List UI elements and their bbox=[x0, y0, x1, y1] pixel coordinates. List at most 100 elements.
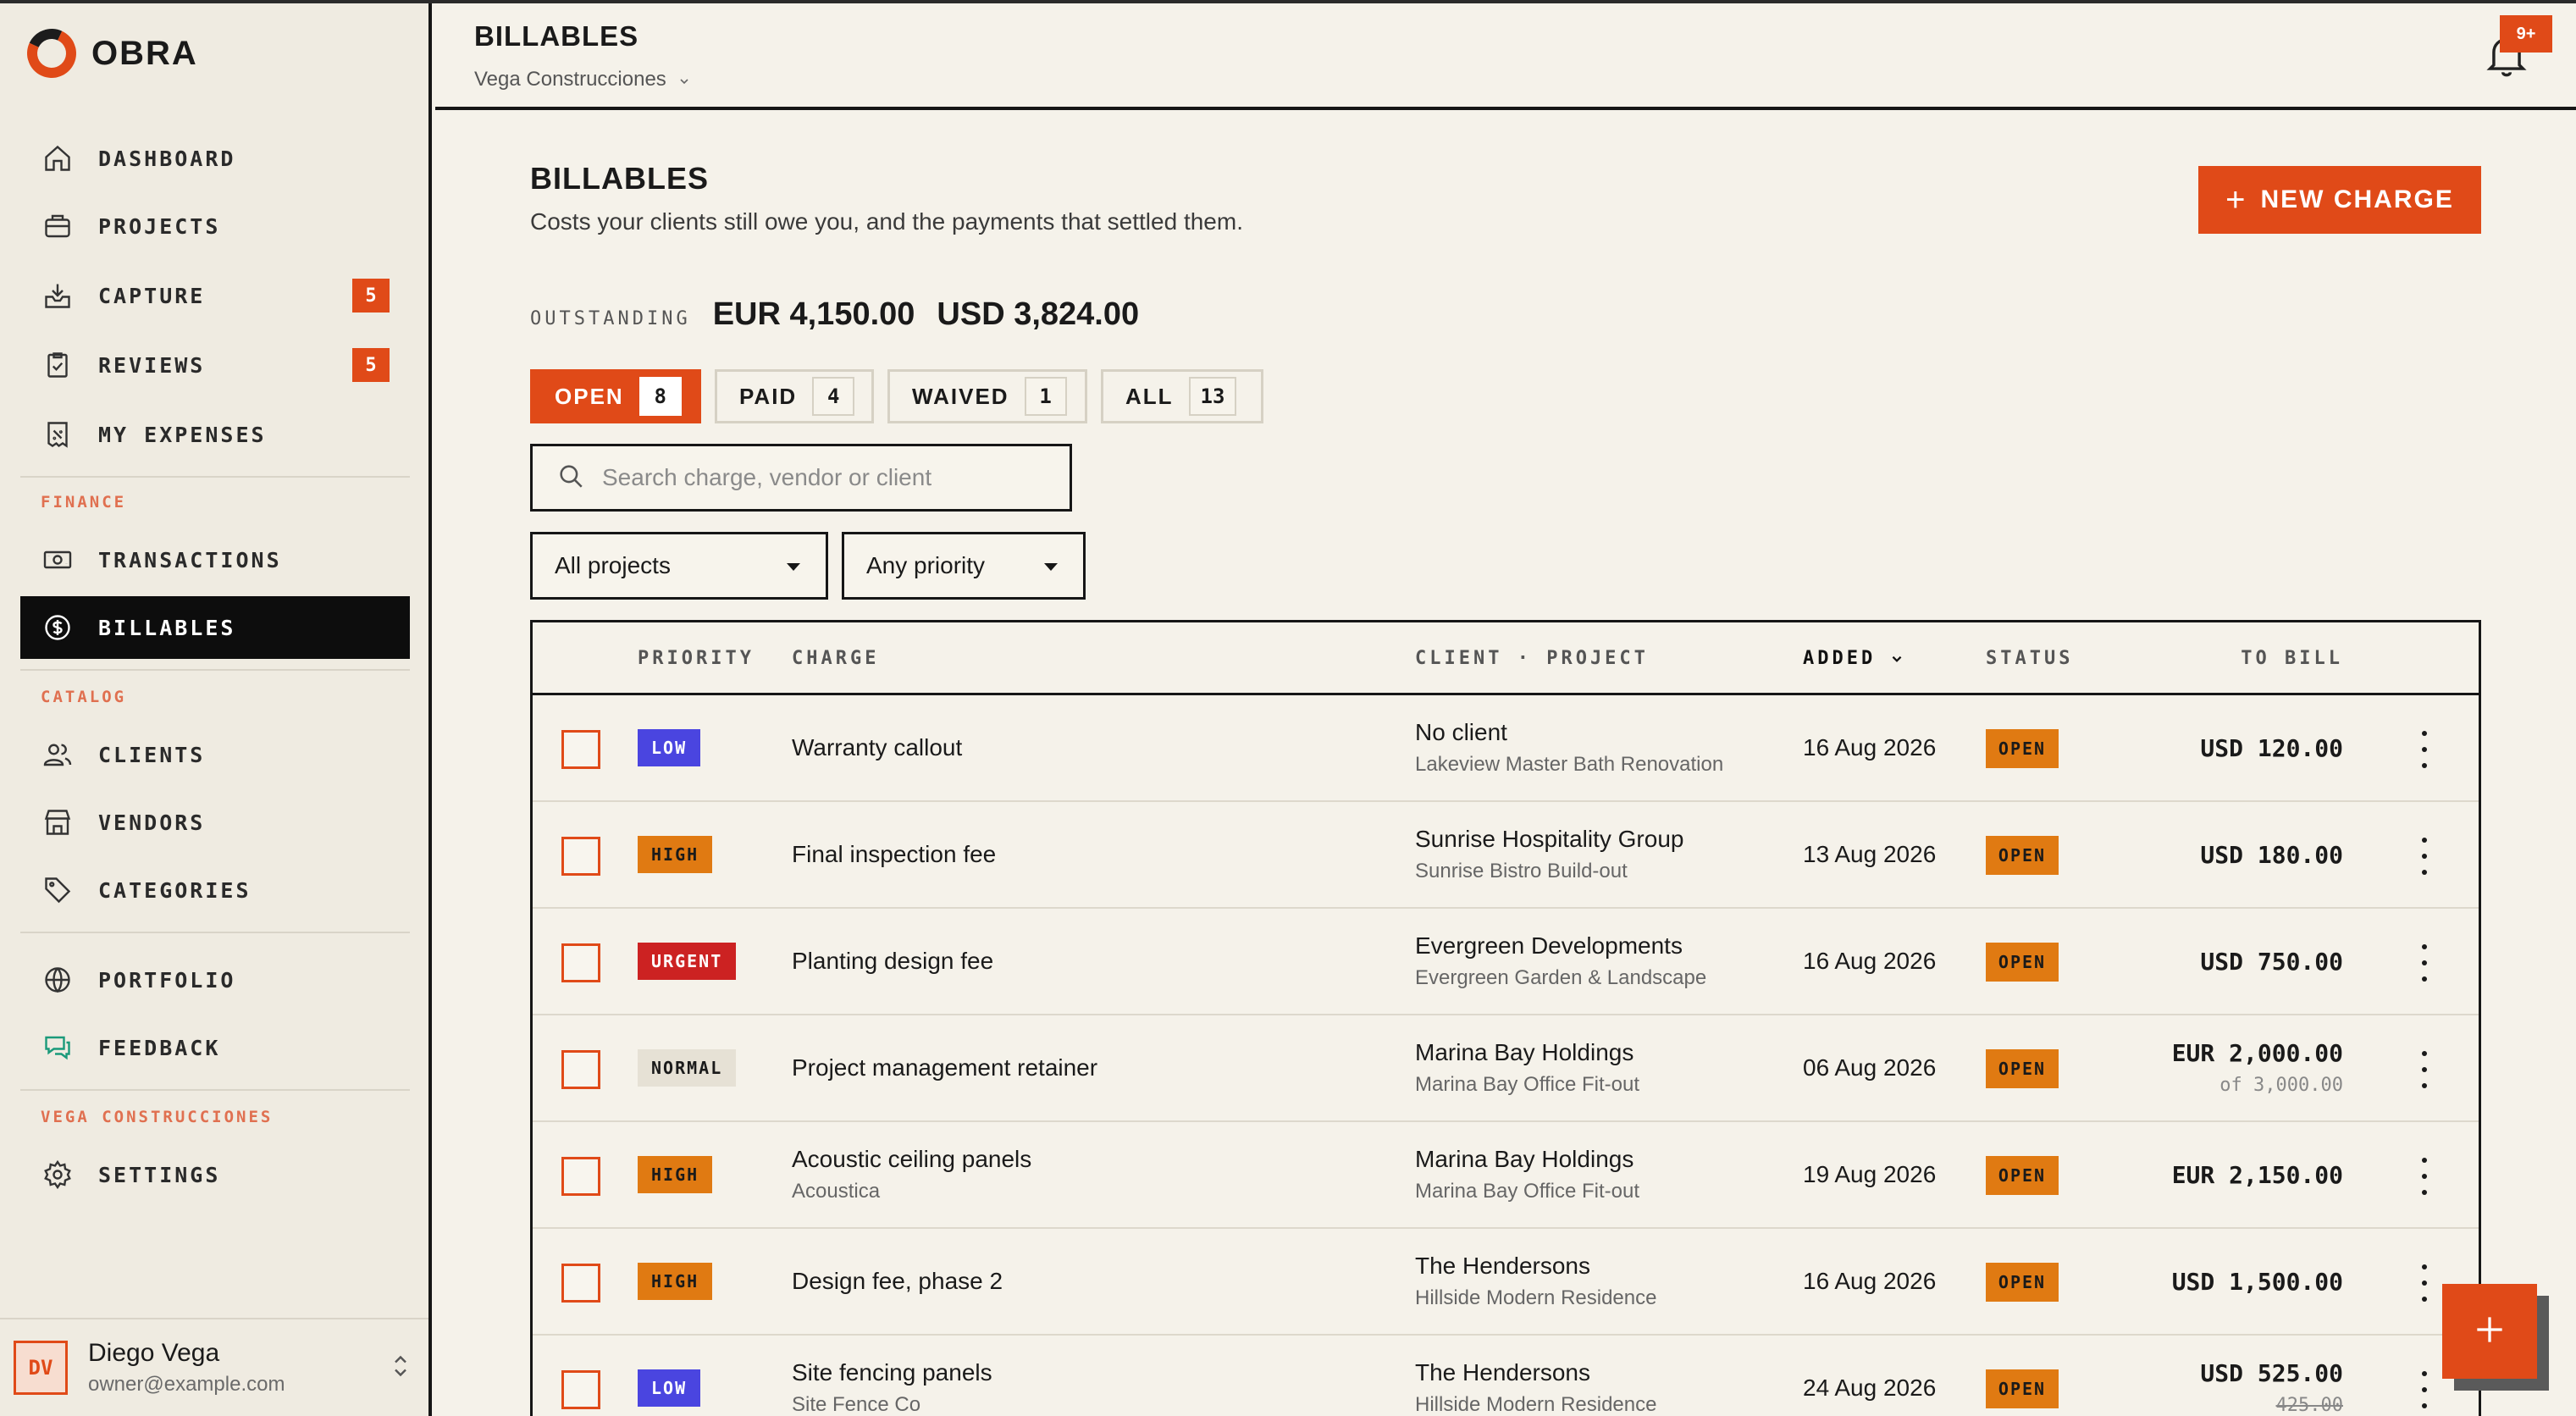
sort-desc-icon bbox=[1890, 648, 1904, 669]
col-to-bill[interactable]: TO BILL bbox=[2241, 648, 2343, 669]
topbar: BILLABLES Vega Construcciones 9+ bbox=[435, 3, 2576, 110]
row-more-icon[interactable] bbox=[2418, 1264, 2431, 1302]
client-name: Sunrise Hospitality Group bbox=[1415, 826, 1684, 852]
tab-label: PAID bbox=[739, 383, 798, 409]
user-menu[interactable]: DV Diego Vega owner@example.com bbox=[0, 1318, 428, 1416]
row-more-icon[interactable] bbox=[2418, 944, 2431, 982]
sidebar-item-settings[interactable]: SETTINGS bbox=[20, 1143, 410, 1206]
project-filter-select[interactable]: All projects bbox=[530, 532, 828, 600]
clipboard-check-icon bbox=[41, 348, 75, 382]
tag-icon bbox=[41, 873, 75, 907]
gear-icon bbox=[41, 1158, 75, 1192]
client-name: Marina Bay Holdings bbox=[1415, 1146, 1634, 1172]
col-added[interactable]: ADDED bbox=[1803, 648, 1904, 669]
sidebar-item-my-expenses[interactable]: MY EXPENSES bbox=[20, 403, 410, 466]
new-charge-label: NEW CHARGE bbox=[2260, 185, 2454, 213]
col-status[interactable]: STATUS bbox=[1986, 648, 2073, 669]
charge-name: Project management retainer bbox=[792, 1054, 1098, 1081]
col-charge[interactable]: CHARGE bbox=[792, 648, 879, 669]
to-bill-amount: USD 525.00 bbox=[2200, 1359, 2343, 1387]
table-row[interactable]: LOW Warranty callout No client Lakeview … bbox=[533, 695, 2479, 802]
row-checkbox[interactable] bbox=[561, 1050, 600, 1089]
project-name: Hillside Modern Residence bbox=[1415, 1393, 1657, 1416]
tab-count: 1 bbox=[1024, 377, 1067, 416]
priority-badge: HIGH bbox=[638, 836, 713, 873]
tab-open[interactable]: OPEN 8 bbox=[530, 369, 701, 423]
tab-label: ALL bbox=[1125, 383, 1174, 409]
original-amount: 425.00 bbox=[2275, 1395, 2343, 1416]
client-name: The Hendersons bbox=[1415, 1253, 1591, 1279]
sidebar-item-feedback[interactable]: FEEDBACK bbox=[20, 1016, 410, 1079]
user-email: owner@example.com bbox=[88, 1373, 285, 1396]
search-input[interactable] bbox=[602, 464, 1042, 491]
tab-waived[interactable]: WAIVED 1 bbox=[887, 369, 1087, 423]
project-name: Marina Bay Office Fit-out bbox=[1415, 1180, 1639, 1203]
project-name: Sunrise Bistro Build-out bbox=[1415, 860, 1628, 882]
tab-all[interactable]: ALL 13 bbox=[1101, 369, 1263, 423]
row-more-icon[interactable] bbox=[2418, 1158, 2431, 1195]
sidebar-item-label: PROJECTS bbox=[98, 213, 221, 239]
table-row[interactable]: URGENT Planting design fee Evergreen Dev… bbox=[533, 909, 2479, 1015]
sidebar-item-vendors[interactable]: VENDORS bbox=[20, 791, 410, 854]
charge-name: Planting design fee bbox=[792, 948, 994, 974]
status-badge: OPEN bbox=[1986, 1369, 2059, 1408]
vendor-name: Acoustica bbox=[792, 1180, 881, 1203]
to-bill-amount: USD 1,500.00 bbox=[2171, 1268, 2343, 1296]
sidebar-item-dashboard[interactable]: DASHBOARD bbox=[20, 127, 410, 190]
outstanding-label: OUTSTANDING bbox=[530, 308, 691, 329]
row-checkbox[interactable] bbox=[561, 837, 600, 876]
added-date: 24 Aug 2026 bbox=[1803, 1375, 1937, 1401]
briefcase-icon bbox=[41, 209, 75, 243]
chevron-down-icon bbox=[678, 68, 690, 91]
sidebar-item-portfolio[interactable]: PORTFOLIO bbox=[20, 949, 410, 1011]
sidebar-item-categories[interactable]: CATEGORIES bbox=[20, 859, 410, 921]
sidebar-item-transactions[interactable]: TRANSACTIONS bbox=[20, 528, 410, 591]
status-badge: OPEN bbox=[1986, 836, 2059, 875]
table-row[interactable]: LOW Site fencing panels Site Fence Co Th… bbox=[533, 1336, 2479, 1416]
table-row[interactable]: HIGH Design fee, phase 2 The Hendersons … bbox=[533, 1229, 2479, 1336]
table-row[interactable]: HIGH Acoustic ceiling panels Acoustica M… bbox=[533, 1122, 2479, 1229]
plus-icon bbox=[2471, 1311, 2508, 1352]
caret-down-icon bbox=[1044, 563, 1058, 571]
table-row[interactable]: NORMAL Project management retainer Marin… bbox=[533, 1015, 2479, 1122]
sidebar-item-label: DASHBOARD bbox=[98, 146, 236, 171]
sidebar-item-billables[interactable]: BILLABLES bbox=[20, 596, 410, 659]
row-more-icon[interactable] bbox=[2418, 1051, 2431, 1088]
row-more-icon[interactable] bbox=[2418, 838, 2431, 875]
priority-filter-select[interactable]: Any priority bbox=[842, 532, 1086, 600]
row-checkbox[interactable] bbox=[561, 730, 600, 769]
row-checkbox[interactable] bbox=[561, 1370, 600, 1409]
col-priority[interactable]: PRIORITY bbox=[638, 648, 755, 669]
app-logo[interactable]: OBRA bbox=[19, 21, 198, 86]
search-box bbox=[530, 444, 1072, 512]
new-charge-button[interactable]: + NEW CHARGE bbox=[2198, 166, 2481, 234]
priority-badge: NORMAL bbox=[638, 1049, 737, 1087]
charge-name: Warranty callout bbox=[792, 734, 963, 761]
added-date: 16 Aug 2026 bbox=[1803, 948, 1937, 974]
user-name: Diego Vega bbox=[88, 1339, 220, 1367]
chat-icon bbox=[41, 1031, 75, 1065]
globe-icon bbox=[41, 963, 75, 997]
row-checkbox[interactable] bbox=[561, 1264, 600, 1303]
row-checkbox[interactable] bbox=[561, 1157, 600, 1196]
org-switcher[interactable]: Vega Construcciones bbox=[474, 68, 690, 91]
row-more-icon[interactable] bbox=[2418, 731, 2431, 768]
org-name: Vega Construcciones bbox=[474, 68, 666, 91]
charge-name: Site fencing panels bbox=[792, 1359, 992, 1386]
notification-badge: 9+ bbox=[2500, 15, 2552, 53]
sidebar-item-reviews[interactable]: REVIEWS 5 bbox=[20, 334, 410, 396]
floating-add-button[interactable] bbox=[2442, 1284, 2537, 1379]
sidebar-item-label: CLIENTS bbox=[98, 742, 206, 767]
added-date: 06 Aug 2026 bbox=[1803, 1054, 1937, 1081]
sidebar-item-capture[interactable]: CAPTURE 5 bbox=[20, 264, 410, 327]
table-row[interactable]: HIGH Final inspection fee Sunrise Hospit… bbox=[533, 802, 2479, 909]
tab-label: OPEN bbox=[555, 383, 624, 409]
row-checkbox[interactable] bbox=[561, 943, 600, 982]
sidebar-item-clients[interactable]: CLIENTS bbox=[20, 723, 410, 786]
tab-count: 13 bbox=[1188, 377, 1237, 416]
dollar-circle-icon bbox=[41, 611, 75, 644]
sidebar-item-projects[interactable]: PROJECTS bbox=[20, 195, 410, 257]
row-more-icon[interactable] bbox=[2418, 1371, 2431, 1408]
tab-paid[interactable]: PAID 4 bbox=[715, 369, 874, 423]
col-client-project[interactable]: CLIENT · PROJECT bbox=[1415, 648, 1649, 669]
